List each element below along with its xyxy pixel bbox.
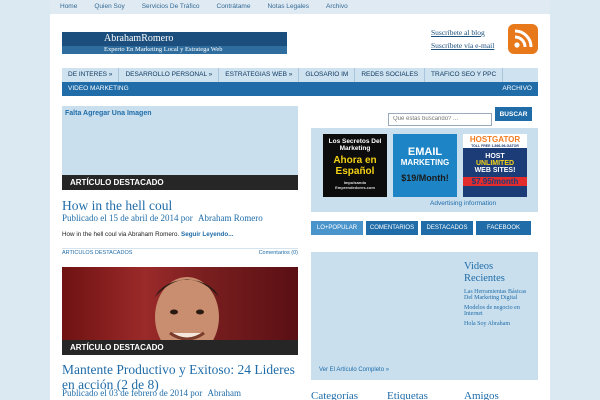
video-item[interactable]: Las Herramientas Básicas Del Marketing D…: [464, 289, 536, 301]
search-box: BUSCAR: [388, 107, 532, 126]
tab-facebook[interactable]: FACEBOOK: [476, 221, 531, 235]
ads-panel: Los Secretos Del Marketing Ahora en Espa…: [311, 128, 538, 212]
subscribe-links: Suscríbete al blog Suscríbete vía e-mail: [431, 28, 494, 54]
featured-label: ARTÍCULO DESTACADO: [62, 175, 298, 190]
heading-etiquetas: Etiquetas: [387, 390, 428, 400]
ad3-line3: HOST: [485, 153, 505, 160]
videos-list: Las Herramientas Básicas Del Marketing D…: [464, 289, 536, 331]
top-nav-quien-soy[interactable]: Quien Soy: [94, 0, 124, 14]
ad1-line6: Emprendedores.com: [335, 185, 375, 190]
ad3-line2: TOLL FREE 1-866-96-GATOR: [463, 144, 527, 148]
ad-email-marketing[interactable]: EMAIL MARKETING $19/Month!: [393, 134, 457, 197]
recent-videos-panel: Videos Recientes Las Herramientas Básica…: [311, 252, 538, 380]
ad1-line1: Los Secretos Del: [328, 138, 382, 145]
post-meta-2: Publicado el 03 de febrero de 2014 por A…: [62, 388, 241, 398]
ad3-line4: UNLIMITED: [475, 160, 515, 167]
post-date: Publicado el 15 de abril de 2014 por: [62, 213, 193, 223]
tab-comentarios[interactable]: COMENTARIOS: [366, 221, 418, 235]
nav-archivo[interactable]: ARCHIVO: [496, 82, 538, 96]
ad-hostgator[interactable]: HOSTGATOR TOLL FREE 1-866-96-GATOR HOST …: [463, 134, 527, 197]
footer-widget-headings: Categorías Etiquetas Amigos: [311, 390, 499, 400]
nav-redes-sociales[interactable]: REDES SOCIALES: [355, 68, 426, 82]
ad2-line2: MARKETING: [400, 158, 450, 167]
advertising-info-link[interactable]: Advertising information: [430, 200, 496, 207]
ad2-line1: EMAIL: [407, 146, 443, 158]
nav-desarrollo-personal[interactable]: DESARROLLO PERSONAL »: [119, 68, 220, 82]
ad-secretos-marketing[interactable]: Los Secretos Del Marketing Ahora en Espa…: [323, 134, 387, 197]
nav-estrategias-web[interactable]: ESTRATEGIAS WEB »: [219, 68, 300, 82]
video-item[interactable]: Hola Soy Abraham: [464, 321, 536, 327]
top-nav-contratame[interactable]: Contrátame: [217, 0, 251, 14]
top-nav-servicios[interactable]: Servicios De Tráfico: [142, 0, 200, 14]
full-article-link[interactable]: Ver El Artículo Completo »: [319, 367, 389, 373]
main-nav: DE INTERES » DESARROLLO PERSONAL » ESTRA…: [62, 68, 538, 82]
ad2-line3: $19/Month!: [401, 173, 449, 183]
video-item[interactable]: Modelos de negocio en Internet: [464, 305, 536, 317]
nav-trafico-seo[interactable]: TRAFICO SEO Y PPC: [425, 68, 504, 82]
nav-glosario-im[interactable]: GLOSARIO IM: [299, 68, 356, 82]
read-more-link[interactable]: Seguir Leyendo...: [181, 231, 233, 238]
rss-icon[interactable]: [508, 24, 538, 54]
excerpt-text: How in the hell coul via Abraham Romero.: [62, 231, 180, 238]
logo-tagline: Experto En Marketing Local y Estratega W…: [62, 46, 287, 54]
image-missing-note: Falta Agregar Una Imagen: [65, 110, 152, 117]
nav-de-interes[interactable]: DE INTERES »: [62, 68, 120, 82]
logo-name: AbrahamRomero: [62, 32, 287, 46]
videos-title: Videos Recientes: [464, 261, 505, 284]
search-button[interactable]: BUSCAR: [495, 107, 532, 121]
post-author-link[interactable]: Abraham Romero: [198, 213, 263, 223]
search-input[interactable]: [388, 112, 492, 126]
ad3-line6: $7.95/month: [463, 177, 527, 186]
sidebar-tabs: LO+POPULAR COMENTARIOS DESTACADOS FACEBO…: [311, 221, 534, 235]
sub-nav: VIDEO MARKETING ARCHIVO: [62, 82, 538, 96]
top-nav-home[interactable]: Home: [60, 0, 77, 14]
nav-video-marketing[interactable]: VIDEO MARKETING: [62, 82, 135, 96]
post-excerpt: How in the hell coul via Abraham Romero.…: [62, 231, 233, 238]
site-logo[interactable]: AbrahamRomero Experto En Marketing Local…: [62, 32, 287, 54]
ad1-line4: Español: [335, 166, 375, 177]
featured-image-placeholder[interactable]: Falta Agregar Una Imagen ARTÍCULO DESTAC…: [62, 106, 298, 190]
subscribe-blog-link[interactable]: Suscríbete al blog: [431, 28, 494, 37]
top-nav-archivo[interactable]: Archivo: [326, 0, 348, 14]
tab-lo-mas-popular[interactable]: LO+POPULAR: [311, 221, 363, 235]
heading-amigos: Amigos: [464, 390, 499, 400]
tab-destacados[interactable]: DESTACADOS: [421, 221, 473, 235]
featured-label-2: ARTÍCULO DESTACADO: [62, 340, 298, 355]
heading-categorias: Categorías: [311, 390, 359, 400]
post-date-2: Publicado el 03 de febrero de 2014 por: [62, 388, 203, 398]
ad3-line5: WEB SITES!: [474, 167, 516, 174]
ad1-line2: Marketing: [339, 145, 371, 152]
category-link[interactable]: ARTICULOS DESTACADOS: [62, 250, 132, 256]
ad3-line1: HOSTGATOR: [463, 134, 527, 144]
featured-photo[interactable]: ARTÍCULO DESTACADO: [62, 267, 298, 355]
post-meta: Publicado el 15 de abril de 2014 por Abr…: [62, 213, 263, 223]
post-author-link-2[interactable]: Abraham: [207, 388, 241, 398]
post-footer: ARTICULOS DESTACADOS Comentarios (0): [62, 248, 298, 256]
top-nav: Home Quien Soy Servicios De Tráfico Cont…: [50, 0, 550, 14]
subscribe-email-link[interactable]: Suscríbete vía e-mail: [431, 41, 494, 50]
post-title[interactable]: How in the hell coul: [62, 198, 298, 213]
ad1-line3: Ahora en: [333, 155, 377, 166]
comments-link[interactable]: Comentarios (0): [259, 250, 298, 256]
top-nav-notas-legales[interactable]: Notas Legales: [267, 0, 309, 14]
